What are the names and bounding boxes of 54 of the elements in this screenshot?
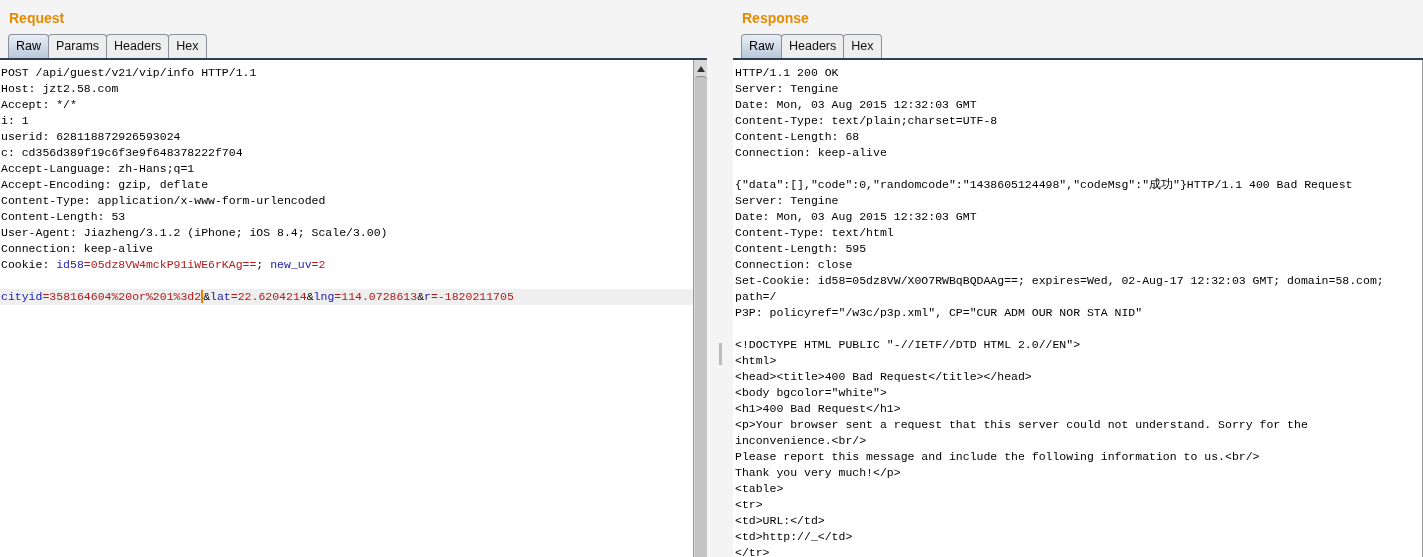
code-line: i: 1 <box>0 113 30 129</box>
code-line: inconvenience.<br/> <box>735 433 868 449</box>
code-line: <h1>400 Bad Request</h1> <box>735 401 902 417</box>
code-line: Connection: keep-alive <box>0 241 154 257</box>
code-line: Cookie: id58=05dz8VW4mckP91iWE6rKAg==; new_uv=2 <box>0 257 327 273</box>
code-line: c: cd356d389f19c6f3e9f648378222f704 <box>0 145 244 161</box>
code-line: Date: Mon, 03 Aug 2015 12:32:03 GMT <box>735 209 978 225</box>
scrollbar[interactable] <box>693 60 707 557</box>
code-line: P3P: policyref="/w3c/p3p.xml", CP="CUR ADM OUR NOR STA NID" <box>735 305 1144 321</box>
code-line: <table> <box>735 481 785 497</box>
code-line: User-Agent: Jiazheng/3.1.2 (iPhone; iOS 8.4; Scale/3.00) <box>0 225 389 241</box>
code-line: <html> <box>735 353 778 369</box>
code-line: Accept-Language: zh-Hans;q=1 <box>0 161 196 177</box>
code-line: Host: jzt2.58.com <box>0 81 120 97</box>
tab[interactable]: Raw <box>741 34 782 58</box>
code-line: Content-Length: 68 <box>735 129 861 145</box>
code-line: Thank you very much!</p> <box>735 465 902 481</box>
code-line: Connection: close <box>735 257 854 273</box>
tab[interactable]: Headers <box>781 34 845 58</box>
panel-title: Request <box>8 9 66 28</box>
code-line: Accept-Encoding: gzip, deflate <box>0 177 210 193</box>
code-line: Set-Cookie: id58=05dz8VW/X0O7RWBqBQDAAg==; expires=Wed, 02-Aug-17 12:32:03 GMT; domain=58.com; <box>735 273 1385 289</box>
code-line: <p>Your browser sent a request that this server could not understand. Sorry for the <box>735 417 1309 433</box>
code-line: Content-Length: 53 <box>0 209 127 225</box>
code-line: <td>http://_</td> <box>735 529 854 545</box>
code-line: Content-Type: text/html <box>735 225 895 241</box>
code-line: Server: Tengine <box>735 193 840 209</box>
code-line: Please report this message and include the following information to us.<br/> <box>735 449 1261 465</box>
code-line: Date: Mon, 03 Aug 2015 12:32:03 GMT <box>735 97 978 113</box>
editor-area[interactable] <box>733 60 1423 557</box>
tab[interactable]: Raw <box>8 34 49 58</box>
tab[interactable]: Hex <box>843 34 882 58</box>
code-line: <td>URL:</td> <box>735 513 826 529</box>
code-line: path=/ <box>735 289 778 305</box>
code-line: userid: 628118872926593024 <box>0 129 182 145</box>
tab[interactable]: Headers <box>106 34 170 58</box>
code-line: <body bgcolor="white"> <box>735 385 888 401</box>
code-line: {"data":[],"code":0,"randomcode":"1438605124498","codeMsg":"成功"}HTTP/1.1 400 Bad Request <box>735 177 1354 193</box>
code-line: Content-Type: text/plain;charset=UTF-8 <box>735 113 999 129</box>
panel-title: Response <box>741 9 810 28</box>
code-line: HTTP/1.1 200 OK <box>735 65 840 81</box>
code-line: Content-Type: application/x-www-form-urlencoded <box>0 193 327 209</box>
tab[interactable]: Hex <box>168 34 207 58</box>
up-arrow-icon[interactable] <box>696 66 705 72</box>
tab[interactable]: Params <box>48 34 108 58</box>
code-line: <head><title>400 Bad Request</title></head> <box>735 369 1033 385</box>
code-line: <!DOCTYPE HTML PUBLIC "-//IETF//DTD HTML 2.0//EN"> <box>735 337 1082 353</box>
code-line: <tr> <box>735 497 764 513</box>
code-line: Connection: keep-alive <box>735 145 888 161</box>
code-line: Server: Tengine <box>735 81 840 97</box>
code-line: Accept: */* <box>0 97 78 113</box>
code-line: </tr> <box>735 545 771 557</box>
code-line: Content-Length: 595 <box>735 241 868 257</box>
code-line: POST /api/guest/v21/vip/info HTTP/1.1 <box>0 65 258 81</box>
